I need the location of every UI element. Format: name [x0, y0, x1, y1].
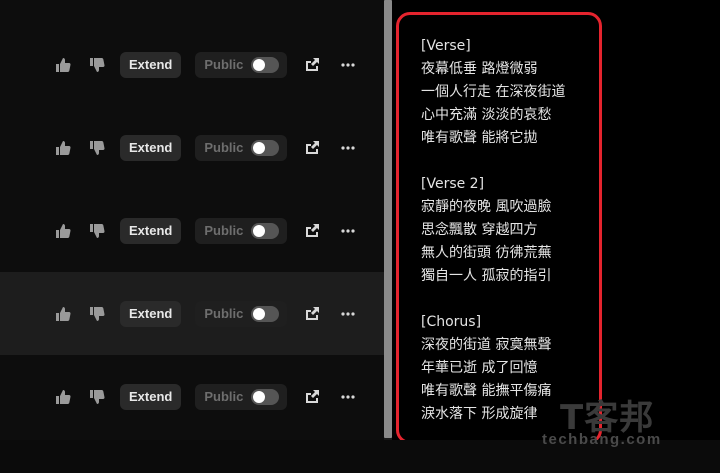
lyric-line: 獨自一人 孤寂的指引: [421, 268, 552, 284]
public-label: Public: [204, 223, 244, 238]
thumbs-up-icon[interactable]: [52, 303, 74, 325]
public-toggle[interactable]: Public: [195, 300, 288, 327]
thumbs-down-icon[interactable]: [86, 303, 108, 325]
song-row: Extend Public: [0, 106, 384, 189]
more-dots-icon[interactable]: [337, 303, 359, 325]
extend-button[interactable]: Extend: [120, 134, 182, 161]
toggle-switch[interactable]: [251, 222, 280, 239]
song-row: Extend Public: [0, 272, 384, 355]
song-row: Extend Public: [0, 189, 384, 272]
toggle-switch[interactable]: [251, 139, 280, 156]
thumbs-down-icon[interactable]: [86, 386, 108, 408]
more-dots-icon[interactable]: [337, 54, 359, 76]
toggle-switch[interactable]: [251, 305, 280, 322]
public-label: Public: [204, 306, 244, 321]
lyrics-text: [Verse] 夜幕低垂 路燈微弱 一個人行走 在深夜街道 心中充滿 淡淡的哀愁…: [421, 35, 565, 426]
share-icon[interactable]: [301, 137, 323, 159]
lyric-line: 唯有歌聲 能將它拋: [421, 130, 538, 146]
lyric-line: 思念飄散 穿越四方: [421, 222, 538, 238]
public-toggle[interactable]: Public: [195, 134, 288, 161]
public-toggle[interactable]: Public: [195, 51, 288, 78]
public-label: Public: [204, 389, 244, 404]
song-row: Extend Public: [0, 23, 384, 106]
extend-button[interactable]: Extend: [120, 383, 182, 410]
extend-button[interactable]: Extend: [120, 217, 182, 244]
lyrics-stanza: [Verse 2] 寂靜的夜晚 風吹過臉 思念飄散 穿越四方 無人的街頭 彷彿荒…: [421, 173, 565, 288]
lyric-line: 夜幕低垂 路燈微弱: [421, 61, 538, 77]
more-dots-icon[interactable]: [337, 137, 359, 159]
share-icon[interactable]: [301, 220, 323, 242]
lyric-line: 寂靜的夜晚 風吹過臉: [421, 199, 552, 215]
share-icon[interactable]: [301, 303, 323, 325]
public-label: Public: [204, 57, 244, 72]
stanza-header: [Verse 2]: [421, 176, 485, 192]
lyric-line: 心中充滿 淡淡的哀愁: [421, 107, 552, 123]
more-dots-icon[interactable]: [337, 220, 359, 242]
lyrics-panel: [Verse] 夜幕低垂 路燈微弱 一個人行走 在深夜街道 心中充滿 淡淡的哀愁…: [396, 12, 602, 444]
lyric-line: 無人的街頭 彷彿荒蕪: [421, 245, 552, 261]
thumbs-up-icon[interactable]: [52, 54, 74, 76]
thumbs-down-icon[interactable]: [86, 54, 108, 76]
share-icon[interactable]: [301, 386, 323, 408]
toggle-switch[interactable]: [251, 388, 280, 405]
watermark-latin: techbang.com: [542, 431, 662, 448]
public-toggle[interactable]: Public: [195, 383, 288, 410]
toggle-switch[interactable]: [251, 56, 280, 73]
thumbs-up-icon[interactable]: [52, 137, 74, 159]
watermark-logo: T客邦 techbang.com: [540, 390, 705, 450]
lyric-line: 年華已逝 成了回憶: [421, 360, 538, 376]
lyric-line: 深夜的街道 寂寞無聲: [421, 337, 552, 353]
more-dots-icon[interactable]: [337, 386, 359, 408]
scrollbar-thumb[interactable]: [384, 0, 392, 438]
extend-button[interactable]: Extend: [120, 300, 182, 327]
thumbs-down-icon[interactable]: [86, 220, 108, 242]
stanza-header: [Verse]: [421, 38, 471, 54]
song-list: Extend Public Extend Public Extend Publi…: [0, 0, 384, 440]
public-toggle[interactable]: Public: [195, 217, 288, 244]
thumbs-down-icon[interactable]: [86, 137, 108, 159]
thumbs-up-icon[interactable]: [52, 386, 74, 408]
share-icon[interactable]: [301, 54, 323, 76]
public-label: Public: [204, 140, 244, 155]
stanza-header: [Chorus]: [421, 314, 482, 330]
extend-button[interactable]: Extend: [120, 51, 182, 78]
lyrics-stanza: [Verse] 夜幕低垂 路燈微弱 一個人行走 在深夜街道 心中充滿 淡淡的哀愁…: [421, 35, 565, 150]
song-row: Extend Public: [0, 355, 384, 438]
lyric-line: 一個人行走 在深夜街道: [421, 84, 566, 100]
thumbs-up-icon[interactable]: [52, 220, 74, 242]
